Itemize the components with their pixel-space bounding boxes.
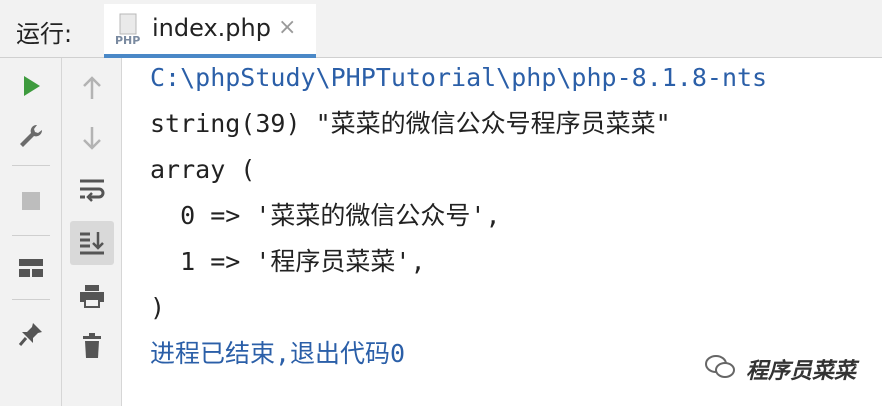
toolbar-divider <box>12 299 50 300</box>
console-line-command: C:\phpStudy\PHPTutorial\php\php-8.1.8-nt… <box>150 63 768 92</box>
php-file-icon: PHP <box>114 12 146 48</box>
soft-wrap-icon[interactable] <box>72 170 112 210</box>
wrench-icon[interactable] <box>11 116 51 156</box>
console-line: array ( <box>150 155 256 184</box>
run-label: 运行: <box>16 20 73 48</box>
console-line: 0 => '菜菜的微信公众号', <box>150 201 501 230</box>
arrow-up-icon[interactable] <box>72 68 112 108</box>
console-line: 1 => '程序员菜菜', <box>150 247 426 276</box>
tab-title: index.php <box>152 14 271 42</box>
close-icon[interactable]: × <box>278 16 296 40</box>
print-icon[interactable] <box>72 276 112 316</box>
toolbar-divider <box>12 165 50 166</box>
toolbar-divider <box>12 235 50 236</box>
tab-index-php[interactable]: PHP index.php × <box>104 4 316 58</box>
scroll-to-end-icon[interactable] <box>70 221 114 265</box>
console-line: ) <box>150 293 166 322</box>
watermark: 程序员菜菜 <box>704 353 856 385</box>
run-toolwindow-header: 运行: PHP index.php × <box>0 0 882 58</box>
watermark-text: 程序员菜菜 <box>746 359 857 384</box>
layout-icon[interactable] <box>11 248 51 288</box>
run-icon[interactable] <box>11 66 51 106</box>
trash-icon[interactable] <box>72 326 112 366</box>
run-toolbar <box>0 58 62 406</box>
console-line-exit: 进程已结束,退出代码0 <box>150 339 406 368</box>
console-line: string(39) "菜菜的微信公众号程序员菜菜" <box>150 109 671 138</box>
arrow-down-icon[interactable] <box>72 118 112 158</box>
svg-text:PHP: PHP <box>115 34 140 47</box>
pin-icon[interactable] <box>11 314 51 354</box>
wechat-icon <box>704 353 736 385</box>
stop-icon[interactable] <box>11 181 51 221</box>
console-toolbar <box>62 58 122 406</box>
